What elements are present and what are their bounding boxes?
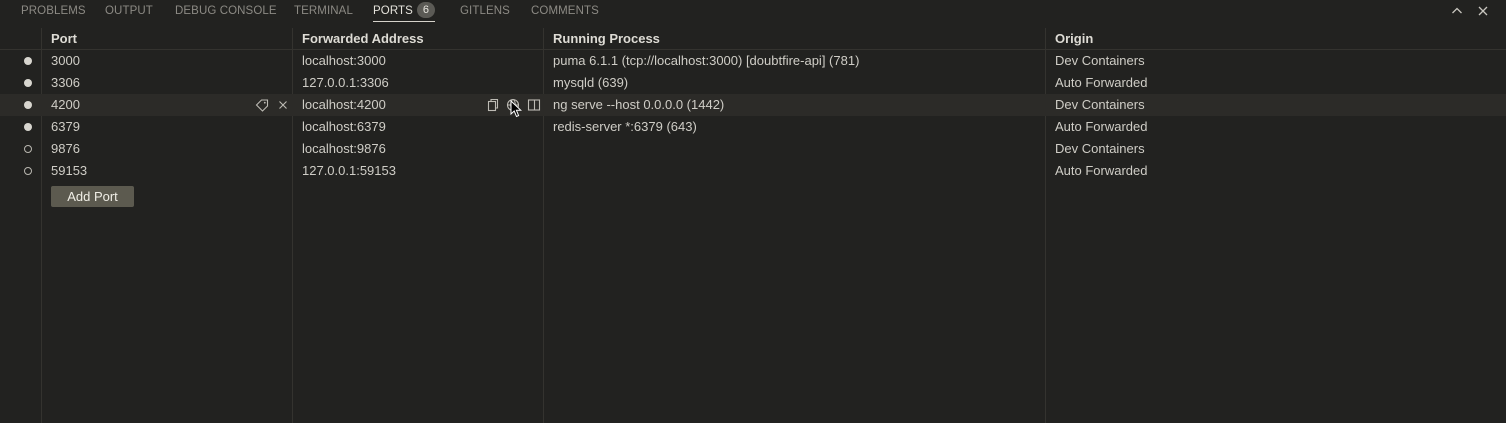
column-header-forwarded-address[interactable]: Forwarded Address (302, 28, 424, 49)
close-icon[interactable] (1474, 2, 1492, 20)
port-cell: 6379 (51, 119, 80, 134)
port-cell: 3000 (51, 53, 80, 68)
port-cell: 4200 (51, 97, 80, 112)
preview-icon[interactable] (527, 98, 541, 112)
running-process-cell: puma 6.1.1 (tcp://localhost:3000) [doubt… (553, 53, 860, 68)
port-status-inactive-icon (24, 145, 32, 153)
table-row[interactable]: 59153 127.0.0.1:59153 Auto Forwarded (0, 160, 1506, 182)
column-header-port[interactable]: Port (51, 28, 77, 49)
table-row[interactable]: 9876 localhost:9876 Dev Containers (0, 138, 1506, 160)
origin-cell: Dev Containers (1055, 53, 1145, 68)
port-cell: 3306 (51, 75, 80, 90)
add-port-button[interactable]: Add Port (51, 186, 134, 207)
column-header-origin[interactable]: Origin (1055, 28, 1093, 49)
origin-cell: Dev Containers (1055, 97, 1145, 112)
table-row[interactable]: 3306 127.0.0.1:3306 mysqld (639) Auto Fo… (0, 72, 1506, 94)
running-process-cell: redis-server *:6379 (643) (553, 119, 697, 134)
forwarded-address-cell[interactable]: 127.0.0.1:59153 (302, 160, 396, 182)
table-row[interactable]: 4200 localhost:4200 ng serve --host 0.0.… (0, 94, 1506, 116)
stop-forwarding-icon[interactable] (276, 98, 290, 112)
tab-ports[interactable]: PORTS 6 (373, 0, 435, 22)
ports-count-badge: 6 (416, 2, 435, 18)
running-process-cell: mysqld (639) (553, 75, 629, 90)
port-status-running-icon (24, 79, 32, 87)
origin-cell: Auto Forwarded (1055, 75, 1148, 90)
port-cell: 59153 (51, 163, 88, 178)
port-status-running-icon (24, 123, 32, 131)
port-status-inactive-icon (24, 167, 32, 175)
tab-output[interactable]: OUTPUT (105, 0, 153, 22)
forwarded-address-cell[interactable]: localhost:4200 (302, 94, 386, 116)
port-status-running-icon (24, 57, 32, 65)
table-row[interactable]: 3000 localhost:3000 puma 6.1.1 (tcp://lo… (0, 50, 1506, 72)
tab-terminal[interactable]: TERMINAL (294, 0, 353, 22)
running-process-cell: ng serve --host 0.0.0.0 (1442) (553, 97, 725, 112)
active-tab-indicator (373, 21, 435, 22)
forwarded-address-cell[interactable]: localhost:6379 (302, 116, 386, 138)
port-status-running-icon (24, 101, 32, 109)
chevron-up-icon[interactable] (1448, 2, 1466, 20)
tag-icon[interactable] (255, 98, 269, 112)
table-row[interactable]: 6379 localhost:6379 redis-server *:6379 … (0, 116, 1506, 138)
column-header-running-process[interactable]: Running Process (553, 28, 660, 49)
origin-cell: Auto Forwarded (1055, 119, 1148, 134)
panel-tab-bar: PROBLEMS OUTPUT DEBUG CONSOLE TERMINAL P… (0, 0, 1506, 22)
forwarded-address-cell[interactable]: localhost:9876 (302, 138, 386, 160)
forwarded-address-cell[interactable]: localhost:3000 (302, 50, 386, 72)
origin-cell: Dev Containers (1055, 141, 1145, 156)
ports-table: Port Forwarded Address Running Process O… (0, 28, 1506, 423)
tab-problems[interactable]: PROBLEMS (21, 0, 86, 22)
origin-cell: Auto Forwarded (1055, 163, 1148, 178)
forwarded-address-cell[interactable]: 127.0.0.1:3306 (302, 72, 389, 94)
mouse-cursor-icon (510, 100, 522, 118)
copy-icon[interactable] (486, 98, 500, 112)
tab-debug-console[interactable]: DEBUG CONSOLE (175, 0, 277, 22)
tab-comments[interactable]: COMMENTS (531, 0, 599, 22)
port-cell: 9876 (51, 141, 80, 156)
tab-gitlens[interactable]: GITLENS (460, 0, 510, 22)
